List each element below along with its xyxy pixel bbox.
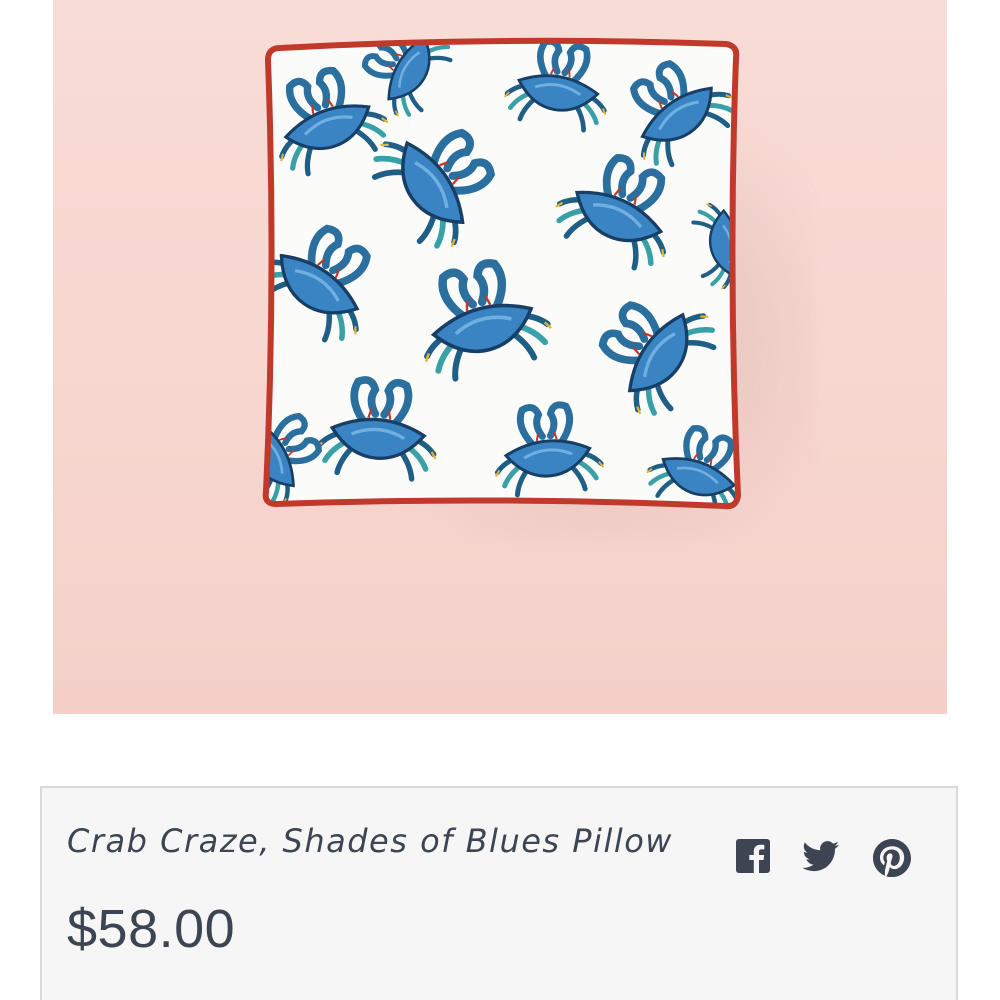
pinterest-icon: [873, 839, 911, 877]
share-facebook-button[interactable]: [735, 838, 771, 874]
share-pinterest-button[interactable]: [873, 839, 911, 877]
product-info-panel: Crab Craze, Shades of Blues Pillow $58.0…: [40, 786, 958, 1000]
product-title: Crab Craze, Shades of Blues Pillow: [67, 822, 673, 860]
product-page: Crab Craze, Shades of Blues Pillow $58.0…: [0, 0, 1000, 1000]
twitter-icon: [802, 841, 839, 872]
crab-pillow-illustration: [262, 37, 742, 510]
share-twitter-button[interactable]: [802, 841, 840, 872]
facebook-icon: [736, 839, 770, 874]
product-price: $58.00: [67, 899, 236, 959]
product-image[interactable]: [53, 0, 947, 714]
